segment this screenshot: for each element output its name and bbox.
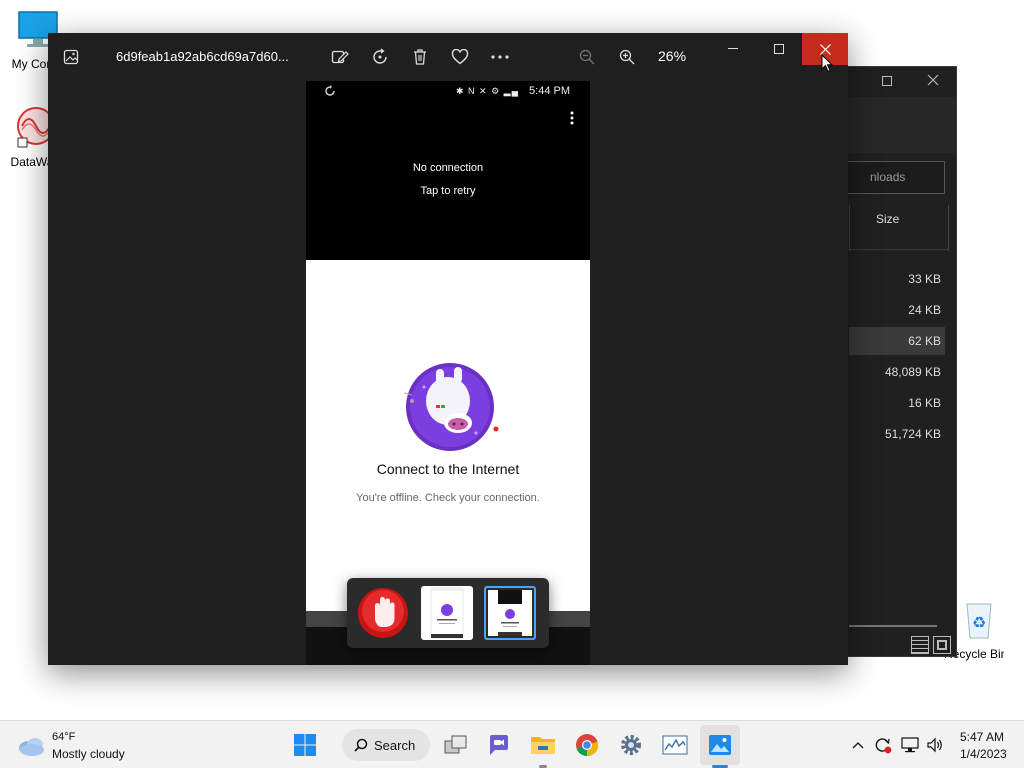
connect-heading: Connect to the Internet	[376, 461, 520, 477]
weather-temperature[interactable]: 64°F	[52, 731, 75, 743]
photo-filename: 6d9feab1a92ab6cd69a7d60...	[116, 49, 289, 64]
windows-logo-icon	[294, 734, 316, 756]
minimize-button[interactable]	[710, 33, 756, 65]
file-row[interactable]: 16 KB	[849, 389, 945, 417]
zoom-level[interactable]: 26%	[658, 48, 686, 64]
phone-status-icons: ✱ N ✕ ⚙ ▂▄	[456, 86, 519, 96]
zoom-in-button[interactable]	[614, 44, 640, 70]
speaker-icon	[927, 737, 942, 753]
explorer-horizontal-scrollbar[interactable]	[849, 625, 937, 627]
gear-icon	[621, 735, 641, 755]
favorite-button[interactable]	[447, 44, 473, 70]
clock-time[interactable]: 5:47 AM	[960, 730, 1004, 744]
file-row[interactable]: 33 KB	[849, 265, 945, 293]
weather-widget[interactable]	[14, 731, 48, 761]
chrome-button[interactable]	[571, 729, 603, 761]
thumbnail-item-selected[interactable]	[484, 586, 536, 640]
photos-icon	[709, 735, 731, 755]
network-icon	[901, 737, 919, 753]
mouse-cursor-icon	[821, 54, 833, 73]
more-horizontal-icon	[491, 55, 509, 59]
file-row[interactable]: 62 KB	[849, 327, 945, 355]
file-explorer-button[interactable]	[527, 729, 559, 761]
start-button[interactable]	[289, 729, 321, 761]
phone-status-time: 5:44 PM	[529, 85, 570, 97]
folder-icon	[531, 737, 555, 754]
svg-text:♻: ♻	[972, 613, 986, 632]
chevron-up-icon	[852, 742, 864, 749]
tiles-view-button[interactable]	[933, 636, 951, 654]
heart-icon	[451, 49, 469, 65]
file-row[interactable]: 51,724 KB	[849, 420, 945, 448]
settings-button[interactable]	[615, 729, 647, 761]
chat-icon	[490, 735, 508, 755]
thumbnail-strip	[347, 578, 549, 648]
minimize-icon	[728, 48, 738, 49]
sync-alert-icon	[875, 738, 892, 754]
photos-titlebar: 6d9feab1a92ab6cd69a7d60... 26%	[48, 33, 848, 81]
teams-chat-button[interactable]	[483, 729, 515, 761]
network-button[interactable]	[900, 735, 920, 755]
sync-status-button[interactable]	[873, 735, 893, 755]
explorer-maximize-button[interactable]	[877, 73, 897, 93]
photos-app-button[interactable]	[58, 44, 84, 70]
offline-subtext: You're offline. Check your connection.	[356, 492, 540, 504]
column-header-size[interactable]: Size	[849, 205, 949, 251]
file-row[interactable]: 48,089 KB	[849, 358, 945, 386]
zoom-in-icon	[619, 49, 635, 65]
thumbnail-item[interactable]	[421, 586, 473, 640]
recycle-bin-icon: ♻	[966, 603, 992, 639]
more-vertical-icon	[570, 111, 574, 125]
stop-hand-icon	[358, 588, 408, 638]
zoom-out-button[interactable]	[574, 44, 600, 70]
photos-viewer-window: 6d9feab1a92ab6cd69a7d60... 26% ✱ N ✕ ⚙ ▂…	[48, 33, 848, 665]
file-row[interactable]: 24 KB	[849, 296, 945, 324]
edit-image-icon	[331, 50, 349, 64]
resource-monitor-button[interactable]	[659, 729, 691, 761]
maximize-button[interactable]	[756, 33, 802, 65]
photos-button[interactable]	[704, 729, 736, 761]
explorer-search-input[interactable]: nloads	[845, 161, 945, 194]
cloudy-weather-icon	[19, 738, 44, 756]
volume-button[interactable]	[925, 735, 945, 755]
maximize-icon	[882, 76, 892, 86]
offline-astronaut-illustration	[403, 363, 499, 451]
tap-to-retry-text: Tap to retry	[420, 185, 476, 197]
taskbar: 64°F Mostly cloudy Search 5:47 AM 1/4/20…	[0, 720, 1024, 768]
search-icon	[354, 738, 368, 752]
sync-icon	[325, 85, 335, 96]
no-connection-text: No connection	[412, 162, 484, 174]
clock-date[interactable]: 1/4/2023	[960, 747, 1007, 761]
task-view-icon	[444, 735, 467, 754]
thumbnail-preview	[430, 587, 464, 639]
taskbar-search-button[interactable]: Search	[342, 729, 430, 761]
details-view-button[interactable]	[911, 636, 929, 654]
chrome-icon	[576, 734, 599, 757]
explorer-close-button[interactable]	[923, 73, 943, 93]
task-view-button[interactable]	[440, 729, 472, 761]
rotate-button[interactable]	[367, 44, 393, 70]
delete-button[interactable]	[407, 44, 433, 70]
thumbnail-item[interactable]	[357, 586, 409, 640]
phone-top-section: ✱ N ✕ ⚙ ▂▄ 5:44 PM No connection Tap to …	[306, 81, 590, 260]
search-label: Search	[374, 737, 416, 753]
edit-image-button[interactable]	[327, 44, 353, 70]
rotate-icon	[373, 48, 387, 64]
thumbnail-preview	[488, 590, 532, 636]
trash-icon	[414, 49, 426, 65]
weather-description[interactable]: Mostly cloudy	[52, 747, 125, 761]
close-icon	[819, 43, 831, 55]
header-divider	[849, 249, 949, 250]
image-icon	[63, 49, 79, 65]
more-options-button[interactable]	[487, 44, 513, 70]
performance-monitor-icon	[662, 735, 688, 755]
zoom-out-icon	[579, 49, 595, 65]
close-icon	[927, 74, 939, 86]
show-hidden-icons-button[interactable]	[848, 735, 868, 755]
maximize-icon	[774, 44, 784, 54]
